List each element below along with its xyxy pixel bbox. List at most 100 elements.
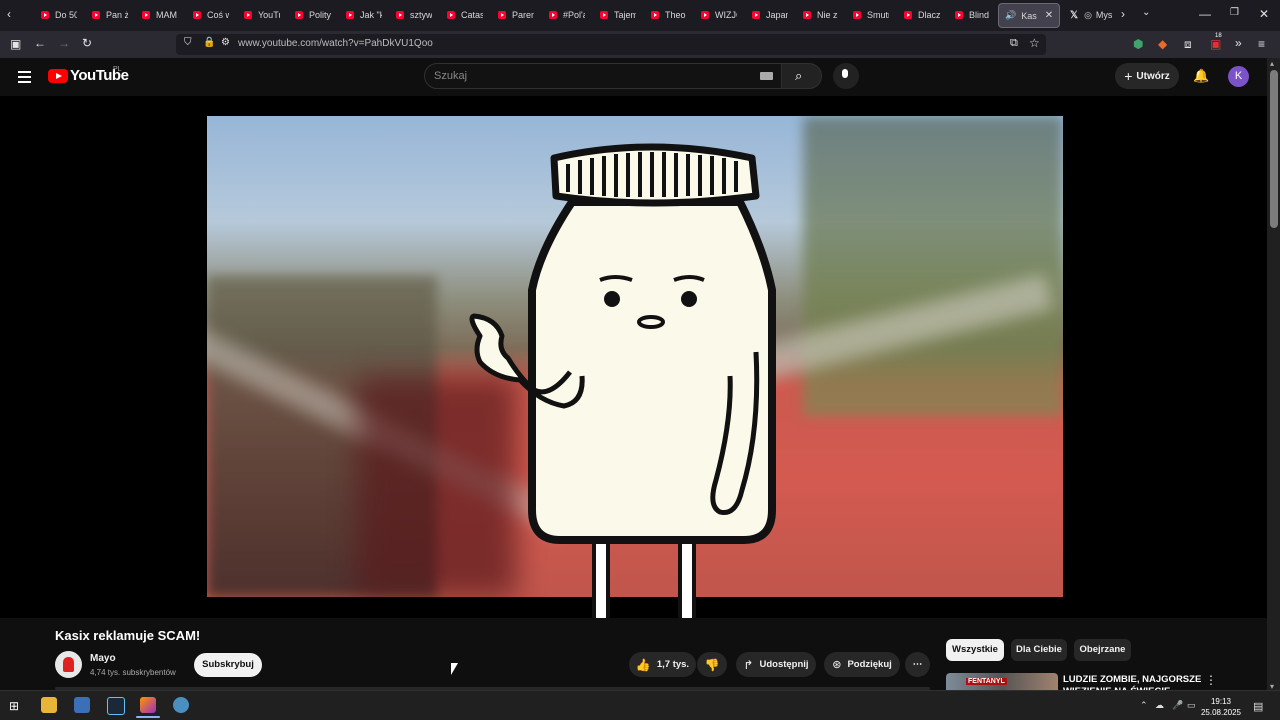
shield-icon[interactable]: ⛉ bbox=[184, 37, 192, 48]
url-text[interactable]: www.youtube.com/watch?v=PahDkVU1Qoo bbox=[238, 38, 433, 49]
tab[interactable]: Do 50 bbox=[41, 4, 77, 26]
account-avatar[interactable]: K bbox=[1228, 66, 1249, 87]
channel-name[interactable]: Mayo bbox=[90, 653, 116, 664]
guide-menu-icon[interactable] bbox=[18, 71, 31, 83]
tab[interactable]: Blind bbox=[955, 4, 991, 26]
extension-badge-icon[interactable]: ▣ bbox=[1210, 37, 1221, 51]
tab[interactable]: YouTu bbox=[244, 4, 280, 26]
channel-avatar[interactable] bbox=[55, 651, 82, 678]
tab-label: Polity bbox=[309, 10, 331, 20]
tab[interactable]: MAM bbox=[142, 4, 178, 26]
clock-time: 19:13 bbox=[1210, 697, 1232, 706]
onedrive-icon[interactable]: ☁ bbox=[1155, 700, 1164, 711]
restore-icon[interactable]: ❐ bbox=[1230, 7, 1239, 18]
reload-icon[interactable]: ↻ bbox=[82, 36, 92, 50]
tab-label: Blind bbox=[969, 10, 990, 20]
youtube-favicon-icon bbox=[803, 11, 811, 19]
steam-icon[interactable] bbox=[107, 697, 125, 715]
chip-for-you[interactable]: Dla Ciebie bbox=[1011, 639, 1067, 661]
app-menu-icon[interactable]: ≡ bbox=[1258, 37, 1265, 51]
tab[interactable]: Theo bbox=[651, 4, 687, 26]
video-bg-greenery bbox=[803, 116, 1063, 416]
tab-label: MAM bbox=[156, 10, 177, 20]
recommendation-thumbnail[interactable]: FENTANYL bbox=[946, 673, 1058, 690]
tab-label: Tajem bbox=[614, 10, 636, 20]
window-close-icon[interactable]: ✕ bbox=[1259, 7, 1269, 21]
tab[interactable]: Smutr bbox=[853, 4, 889, 26]
create-button[interactable]: + Utwórz bbox=[1115, 63, 1179, 89]
tab[interactable]: Japan bbox=[752, 4, 788, 26]
forward-icon[interactable]: → bbox=[58, 36, 70, 50]
firefox-icon[interactable] bbox=[136, 697, 160, 718]
thanks-button[interactable]: ⊛ Podziękuj bbox=[824, 652, 900, 677]
tray-chevron-icon[interactable]: ⌃ bbox=[1140, 700, 1148, 711]
search-button[interactable]: ⌕ bbox=[781, 63, 822, 89]
microphone-icon bbox=[842, 69, 848, 78]
bookmark-star-icon[interactable]: ☆ bbox=[1029, 36, 1040, 50]
tab[interactable]: Polity bbox=[295, 4, 331, 26]
tab[interactable]: Tajem bbox=[600, 4, 636, 26]
network-icon[interactable]: ▭ bbox=[1187, 700, 1196, 711]
tab[interactable]: Pan ż bbox=[92, 4, 128, 26]
tab[interactable]: Paren bbox=[498, 4, 534, 26]
lock-icon[interactable]: 🔒 bbox=[203, 37, 215, 48]
tab[interactable]: Coś w bbox=[193, 4, 229, 26]
like-button[interactable]: 👍 1,7 tys. bbox=[629, 652, 696, 677]
remote-desktop-icon[interactable] bbox=[74, 697, 90, 713]
keyboard-icon[interactable] bbox=[760, 72, 773, 80]
system-clock[interactable]: 19:13 25.08.2025 bbox=[1200, 696, 1242, 718]
speaker-icon: 🔊 bbox=[1005, 10, 1017, 20]
youtube-favicon-icon bbox=[41, 11, 49, 19]
tab[interactable]: Catas bbox=[447, 4, 483, 26]
file-explorer-icon[interactable] bbox=[41, 697, 57, 713]
youtube-favicon-icon bbox=[752, 11, 760, 19]
notifications-bell-icon[interactable]: 🔔 bbox=[1193, 68, 1209, 84]
dislike-button[interactable]: 👎 bbox=[697, 652, 727, 677]
search-input[interactable] bbox=[424, 63, 782, 89]
scrollbar-thumb[interactable] bbox=[1270, 70, 1278, 228]
subscribe-button[interactable]: Subskrybuj bbox=[194, 653, 262, 677]
tab-label: Coś w bbox=[207, 10, 229, 20]
overflow-chevron-icon[interactable]: » bbox=[1235, 36, 1242, 50]
tab-label: Kas bbox=[1021, 10, 1037, 21]
back-icon[interactable]: ← bbox=[34, 36, 46, 50]
tab[interactable]: Jak "k bbox=[346, 4, 382, 26]
voice-search-button[interactable] bbox=[833, 63, 859, 89]
tab[interactable]: sztyw bbox=[396, 4, 432, 26]
chip-all[interactable]: Wszystkie bbox=[946, 639, 1004, 661]
tabs-scroll-right-icon[interactable]: › bbox=[1121, 7, 1125, 21]
more-actions-button[interactable]: ⋯ bbox=[905, 652, 930, 677]
recommendation-title[interactable]: LUDZIE ZOMBIE, NAJGORSZE WIĘZIENIE NA ŚW… bbox=[1063, 674, 1203, 690]
minimize-icon[interactable]: — bbox=[1199, 7, 1211, 21]
app-icon[interactable] bbox=[173, 697, 189, 713]
tab[interactable]: Nie z bbox=[803, 4, 839, 26]
list-tabs-icon[interactable]: ⌄ bbox=[1142, 7, 1150, 18]
share-icon: ↱ bbox=[743, 657, 754, 672]
chip-watched[interactable]: Obejrzane bbox=[1074, 639, 1131, 661]
permissions-icon[interactable]: ⚙ bbox=[221, 37, 230, 48]
youtube-favicon-icon bbox=[600, 11, 608, 19]
sidebar-toggle-icon[interactable]: ▣ bbox=[10, 37, 21, 51]
windows-start-icon[interactable]: ⊞ bbox=[9, 699, 19, 713]
extension-fox-icon[interactable]: ◆ bbox=[1158, 37, 1167, 51]
youtube-favicon-icon bbox=[955, 11, 963, 19]
tab-x[interactable]: 𝕏 ◎ Mys bbox=[1070, 4, 1116, 26]
tab[interactable]: #Pol'a bbox=[549, 4, 585, 26]
youtube-favicon-icon bbox=[549, 11, 557, 19]
pip-icon[interactable]: ⧉ bbox=[1010, 37, 1018, 50]
create-label: Utwórz bbox=[1136, 70, 1170, 82]
tray-mic-icon[interactable]: 🎤 bbox=[1172, 700, 1183, 711]
os-taskbar bbox=[0, 690, 1280, 720]
scroll-up-icon[interactable]: ▴ bbox=[1270, 59, 1274, 68]
close-tab-icon[interactable]: ✕ bbox=[1045, 10, 1053, 21]
tab[interactable]: WIZJC bbox=[701, 4, 737, 26]
youtube-logo-icon[interactable] bbox=[48, 69, 68, 83]
share-button[interactable]: ↱ Udostępnij bbox=[736, 652, 816, 677]
extensions-puzzle-icon[interactable]: ⧈ bbox=[1184, 37, 1192, 52]
tabs-scroll-left-icon[interactable]: ‹ bbox=[7, 7, 11, 21]
recommendation-menu-icon[interactable]: ⋮ bbox=[1205, 673, 1217, 687]
notifications-icon[interactable]: ▤ bbox=[1253, 700, 1263, 713]
tab[interactable]: Dlacz bbox=[904, 4, 940, 26]
extension-shield-icon[interactable]: ⬢ bbox=[1133, 37, 1143, 51]
tab-active[interactable]: 🔊 Kas ✕ bbox=[998, 3, 1060, 28]
